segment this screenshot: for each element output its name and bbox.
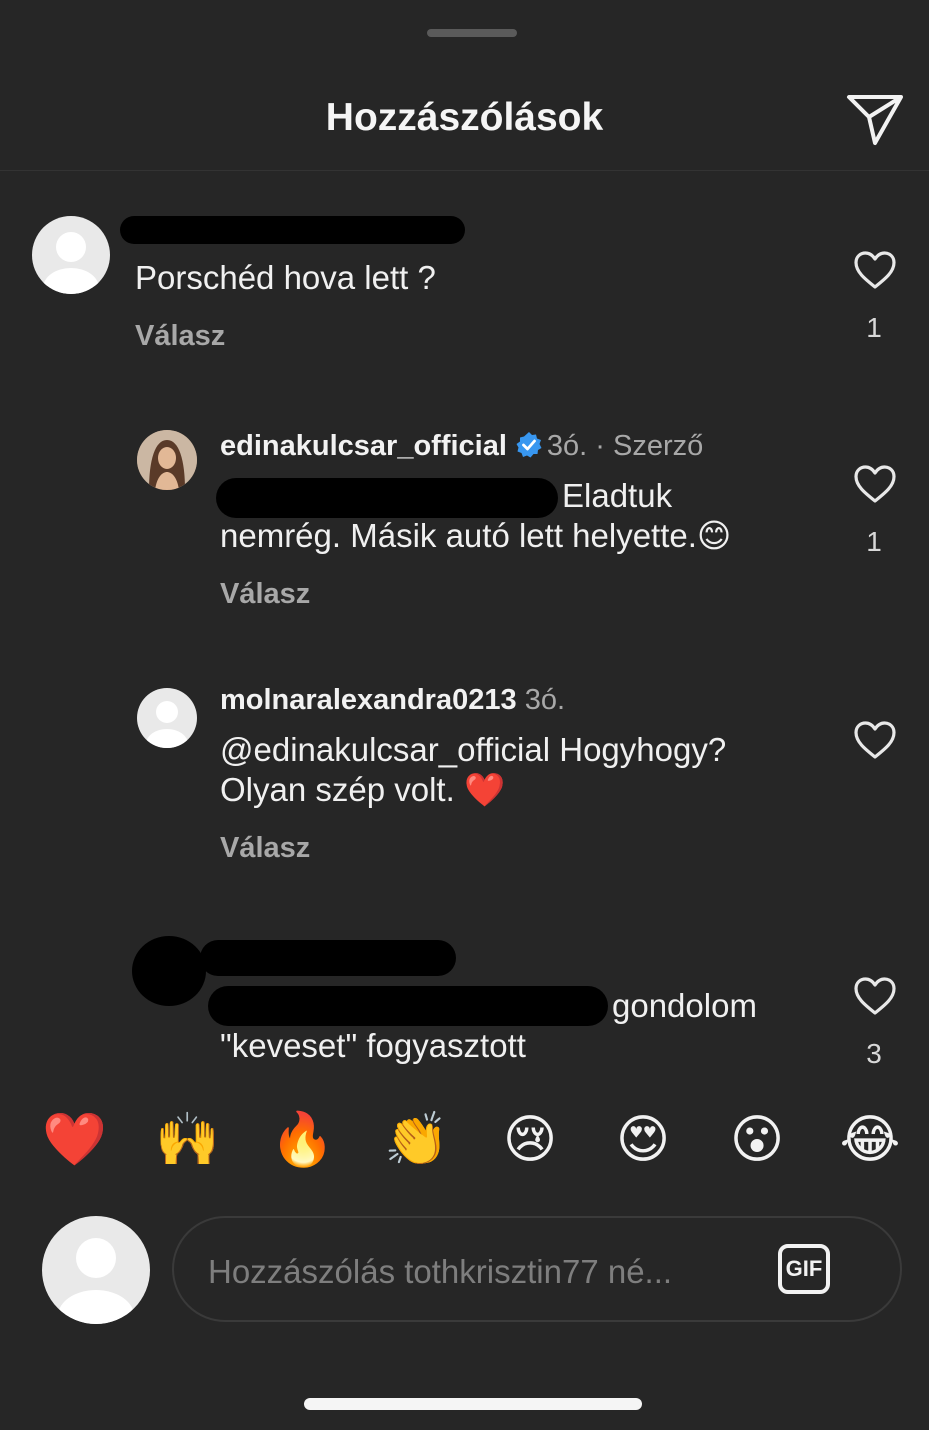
- page-title: Hozzászólások: [325, 96, 604, 139]
- like-count: 1: [866, 312, 882, 343]
- verified-badge-icon: [515, 431, 543, 459]
- comment-composer: GIF: [172, 1216, 902, 1322]
- comment-text: gondolom: [612, 987, 757, 1024]
- username[interactable]: edinakulcsar_official: [220, 430, 507, 462]
- paper-plane-icon[interactable]: [845, 91, 905, 147]
- fire-emoji-button[interactable]: 🔥: [270, 1108, 335, 1172]
- avatar[interactable]: [32, 216, 110, 294]
- author-label: · Szerző: [595, 430, 704, 462]
- comment-header: molnaralexandra0213 3ó.: [220, 684, 565, 717]
- header-divider: [0, 170, 929, 171]
- avatar[interactable]: [137, 688, 197, 748]
- reply-button[interactable]: Válasz: [220, 578, 310, 611]
- crying-face-emoji-button[interactable]: 😢: [498, 1108, 562, 1172]
- raising-hands-emoji-button[interactable]: 🙌: [155, 1108, 220, 1172]
- avatar[interactable]: [137, 430, 197, 490]
- comment-text: Porschéd hova lett ?: [135, 259, 436, 296]
- comment-text: @edinakulcsar_official Hogyhogy?: [220, 731, 727, 768]
- reply-button[interactable]: Válasz: [135, 320, 225, 353]
- reply-button[interactable]: Válasz: [220, 832, 310, 865]
- redacted-mention: [216, 478, 558, 518]
- heart-icon[interactable]: [853, 720, 897, 760]
- heart-icon[interactable]: [853, 464, 897, 504]
- redacted-mention: [208, 986, 608, 1026]
- heart-icon[interactable]: [853, 976, 897, 1016]
- like-count: 3: [866, 1038, 882, 1069]
- comment-header: edinakulcsar_official 3ó. · Szerző: [220, 430, 703, 463]
- comment-text: "keveset" fogyasztott: [220, 1027, 526, 1064]
- tears-of-joy-emoji-button[interactable]: 😂: [838, 1108, 902, 1172]
- redacted-username: [120, 216, 465, 244]
- red-heart-emoji-button[interactable]: ❤️: [42, 1108, 107, 1172]
- gif-button[interactable]: GIF: [778, 1244, 830, 1294]
- timestamp: 3ó.: [524, 684, 566, 716]
- username[interactable]: molnaralexandra0213: [220, 684, 517, 716]
- heart-eyes-emoji-button[interactable]: 😍: [611, 1108, 675, 1172]
- comment-text: Eladtuk: [562, 477, 673, 514]
- current-user-avatar: [42, 1216, 150, 1324]
- reaction-bar: ❤️ 🙌 🔥 👏 😢 😍 😮 😂: [0, 1108, 929, 1172]
- heart-icon[interactable]: [853, 250, 897, 290]
- comment-input[interactable]: [206, 1246, 770, 1298]
- sheet-grabber[interactable]: [427, 29, 517, 37]
- comment-text: Olyan szép volt. ❤️: [220, 771, 506, 808]
- like-count: 1: [866, 526, 882, 557]
- comment-text: nemrég. Másik autó lett helyette.😊: [220, 517, 732, 554]
- redacted-avatar: [132, 936, 206, 1006]
- home-indicator[interactable]: [304, 1398, 642, 1410]
- surprised-face-emoji-button[interactable]: 😮: [725, 1108, 789, 1172]
- timestamp: 3ó.: [546, 430, 588, 462]
- redacted-username: [200, 940, 456, 976]
- clapping-hands-emoji-button[interactable]: 👏: [384, 1108, 449, 1172]
